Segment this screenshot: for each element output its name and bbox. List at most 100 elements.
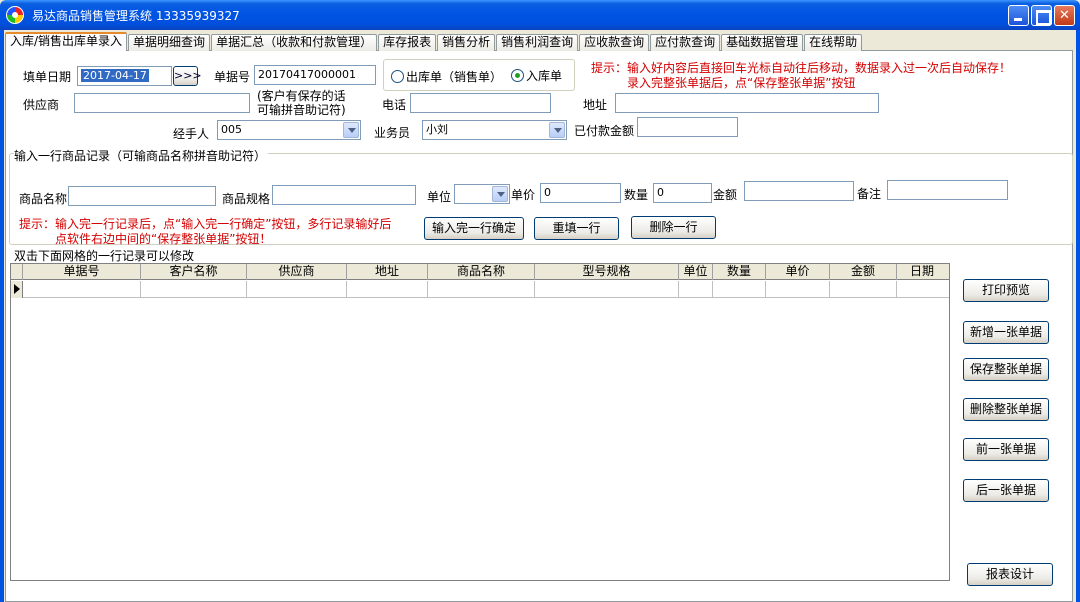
- product-name-label: 商品名称: [19, 192, 68, 206]
- paid-label: 已付款金额: [574, 124, 635, 138]
- radio-inbound-dot: [511, 69, 524, 82]
- table-cell[interactable]: [830, 281, 897, 298]
- radio-inbound[interactable]: 入库单: [511, 67, 562, 84]
- unit-dropdown-icon[interactable]: [492, 186, 508, 202]
- qty-field[interactable]: 0: [653, 183, 712, 203]
- date-field[interactable]: 2017-04-17: [77, 66, 172, 86]
- tab-inventory[interactable]: 库存报表: [378, 34, 437, 51]
- tab-entry[interactable]: 入库/销售出库单录入: [5, 32, 128, 51]
- grid-corner: [11, 264, 23, 280]
- table-cell[interactable]: [713, 281, 766, 298]
- supplier-field[interactable]: [74, 93, 250, 113]
- window-title: 易达商品销售管理系统 13335939327: [32, 9, 240, 23]
- table-cell[interactable]: [897, 281, 947, 298]
- date-value: 2017-04-17: [81, 69, 149, 82]
- tab-sales-analysis[interactable]: 销售分析: [437, 34, 496, 51]
- title-bar: 易达商品销售管理系统 13335939327: [0, 0, 1080, 30]
- table-cell[interactable]: [679, 281, 713, 298]
- handler-select[interactable]: 005: [217, 120, 361, 140]
- minimize-button[interactable]: [1008, 5, 1029, 26]
- form-tip-line1: 输入好内容后直接回车光标自动往后移动，数据录入过一次后自动保存！: [627, 61, 1012, 75]
- col-header-docno[interactable]: 单据号: [23, 264, 141, 280]
- line-entry-title: 输入一行商品记录（可输商品名称拼音助记符）: [14, 147, 269, 164]
- line-tip-line1: 输入完一行记录后，点“输入完一行确定”按钮，多行记录输好后: [55, 217, 392, 231]
- table-cell[interactable]: [23, 281, 141, 298]
- unit-select[interactable]: [454, 184, 510, 204]
- radio-outbound-dot: [391, 70, 404, 83]
- product-spec-field[interactable]: [272, 185, 416, 205]
- save-doc-button[interactable]: 保存整张单据: [963, 358, 1049, 381]
- close-button[interactable]: [1054, 5, 1075, 26]
- report-design-button[interactable]: 报表设计: [967, 563, 1053, 586]
- amount-field[interactable]: [744, 181, 854, 201]
- line-tip-title: 提示：: [19, 217, 56, 231]
- product-spec-label: 商品规格: [222, 192, 271, 206]
- new-doc-button[interactable]: 新增一张单据: [963, 321, 1049, 344]
- print-preview-button[interactable]: 打印预览: [963, 279, 1049, 302]
- maximize-button[interactable]: [1031, 5, 1052, 26]
- unit-label: 单位: [427, 190, 452, 204]
- table-cell[interactable]: [247, 281, 347, 298]
- app-logo-icon: [6, 6, 24, 24]
- price-label: 单价: [511, 188, 536, 202]
- form-tip-line2: 录入完整张单据后，点“保存整张单据”按钮: [627, 76, 856, 90]
- radio-outbound[interactable]: 出库单（销售单）: [391, 68, 502, 85]
- phone-label: 电话: [382, 98, 407, 112]
- radio-outbound-label: 出库单（销售单）: [406, 70, 503, 84]
- line-tip-line2: 点软件右边中间的“保存整张单据”按钮！: [55, 232, 272, 246]
- salesman-select[interactable]: 小刘: [422, 120, 567, 140]
- table-cell[interactable]: [535, 281, 679, 298]
- table-cell[interactable]: [428, 281, 535, 298]
- records-grid[interactable]: 单据号 客户名称 供应商 地址 商品名称 型号规格 单位 数量 单价 金额 日期: [10, 263, 950, 581]
- table-cell[interactable]: [141, 281, 247, 298]
- phone-field[interactable]: [410, 93, 551, 113]
- docno-label: 单据号: [214, 70, 251, 84]
- confirm-line-button[interactable]: 输入完一行确定: [424, 217, 524, 240]
- col-header-customer[interactable]: 客户名称: [141, 264, 247, 280]
- tab-summary[interactable]: 单据汇总（收款和付款管理）: [211, 34, 378, 51]
- price-field[interactable]: 0: [540, 183, 621, 203]
- table-cell[interactable]: [347, 281, 428, 298]
- handler-value: 005: [221, 123, 242, 136]
- reset-line-button[interactable]: 重填一行: [534, 217, 619, 240]
- col-header-address[interactable]: 地址: [347, 264, 428, 280]
- docno-field[interactable]: 20170417000001: [254, 65, 376, 85]
- salesman-label: 业务员: [374, 126, 411, 140]
- col-header-qty[interactable]: 数量: [713, 264, 766, 280]
- table-row[interactable]: [11, 281, 949, 298]
- col-header-product[interactable]: 商品名称: [428, 264, 535, 280]
- tab-base-data[interactable]: 基础数据管理: [721, 34, 804, 51]
- salesman-dropdown-icon[interactable]: [549, 122, 565, 138]
- row-selector-icon[interactable]: [11, 281, 23, 298]
- table-cell[interactable]: [766, 281, 830, 298]
- date-picker-button[interactable]: >>>: [173, 66, 202, 86]
- tab-profit[interactable]: 销售利润查询: [496, 34, 579, 51]
- col-header-unit[interactable]: 单位: [679, 264, 713, 280]
- col-header-amount[interactable]: 金额: [830, 264, 897, 280]
- tab-strip: 入库/销售出库单录入 单据明细查询 单据汇总（收款和付款管理） 库存报表 销售分…: [5, 32, 863, 51]
- grid-title: 双击下面网格的一行记录可以修改: [14, 249, 195, 263]
- col-header-supplier[interactable]: 供应商: [247, 264, 347, 280]
- handler-dropdown-icon[interactable]: [343, 122, 359, 138]
- col-header-date[interactable]: 日期: [897, 264, 947, 280]
- grid-header: 单据号 客户名称 供应商 地址 商品名称 型号规格 单位 数量 单价 金额 日期: [11, 264, 949, 280]
- prev-doc-button[interactable]: 前一张单据: [963, 438, 1049, 461]
- remark-field[interactable]: [887, 180, 1008, 200]
- col-header-spec[interactable]: 型号规格: [535, 264, 679, 280]
- supplier-label: 供应商: [23, 98, 60, 112]
- tab-online-help[interactable]: 在线帮助: [804, 34, 863, 51]
- address-field[interactable]: [615, 93, 879, 113]
- delete-line-button[interactable]: 删除一行: [631, 216, 716, 239]
- delete-doc-button[interactable]: 删除整张单据: [963, 398, 1049, 421]
- col-header-price[interactable]: 单价: [766, 264, 830, 280]
- address-label: 地址: [583, 98, 608, 112]
- product-name-field[interactable]: [68, 186, 216, 206]
- next-doc-button[interactable]: 后一张单据: [963, 479, 1049, 502]
- form-tip-title: 提示：: [591, 61, 628, 75]
- tab-payable[interactable]: 应付款查询: [650, 34, 721, 51]
- qty-label: 数量: [624, 188, 649, 202]
- tab-detail-query[interactable]: 单据明细查询: [128, 34, 211, 51]
- tab-receivable[interactable]: 应收款查询: [579, 34, 650, 51]
- paid-field[interactable]: [637, 117, 738, 137]
- supplier-note: (客户有保存的话 可输拼音助记符): [257, 89, 346, 117]
